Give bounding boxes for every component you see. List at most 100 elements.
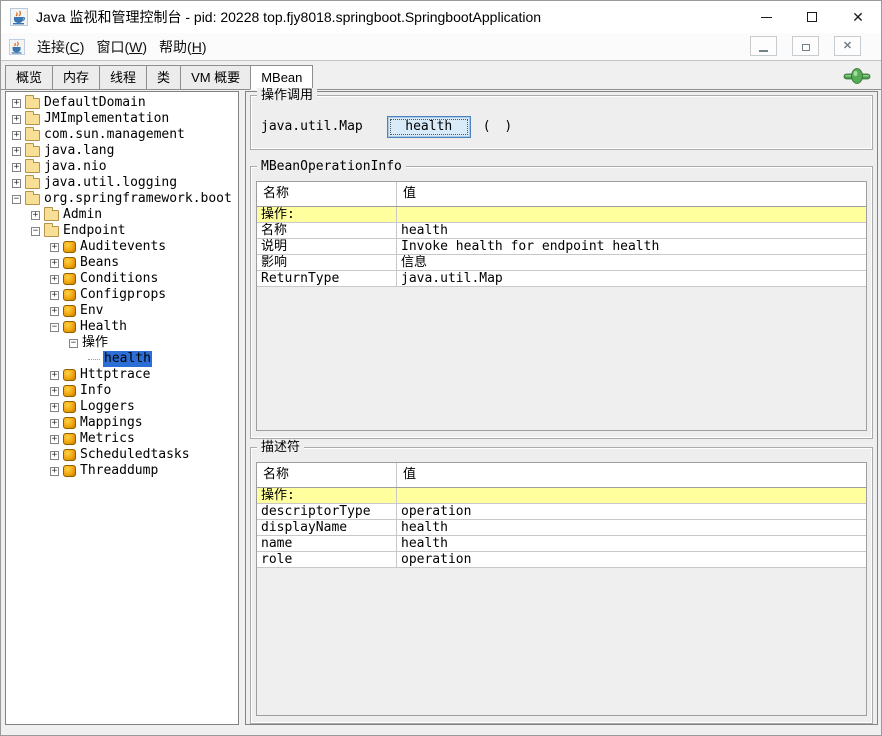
tab-mbean[interactable]: MBean xyxy=(250,65,313,90)
tree-node-label: Admin xyxy=(63,207,102,223)
tree-node-Env[interactable]: +Env xyxy=(6,303,238,319)
expand-icon[interactable]: + xyxy=(12,131,21,140)
table-row-影响[interactable]: 影响信息 xyxy=(257,255,866,271)
window-maximize-button[interactable] xyxy=(789,1,835,33)
tree-node-label: Configprops xyxy=(80,287,166,303)
table-row-名称[interactable]: 名称health xyxy=(257,223,866,239)
expand-icon[interactable]: + xyxy=(50,243,59,252)
expand-icon[interactable]: + xyxy=(50,451,59,460)
table-row-displayName[interactable]: displayNamehealth xyxy=(257,520,866,536)
tree-node-Health[interactable]: − Health xyxy=(6,319,238,335)
cell-value: Invoke health for endpoint health xyxy=(397,239,866,254)
tree-node-DefaultDomain[interactable]: +DefaultDomain xyxy=(6,95,238,111)
collapse-icon[interactable]: − xyxy=(50,323,59,332)
table-row-role[interactable]: roleoperation xyxy=(257,552,866,568)
tree-node-label: Auditevents xyxy=(80,239,166,255)
window-close-button[interactable]: ✕ xyxy=(835,1,881,33)
tree-node-java.util.logging[interactable]: +java.util.logging xyxy=(6,175,238,191)
tree-node-Httptrace[interactable]: +Httptrace xyxy=(6,367,238,383)
operation-info-table: 名称值操作:名称health说明Invoke health for endpoi… xyxy=(256,181,867,431)
tree-node-Metrics[interactable]: + Metrics xyxy=(6,431,238,447)
expand-icon[interactable]: + xyxy=(50,259,59,268)
tree-node-Endpoint[interactable]: −Endpoint xyxy=(6,223,238,239)
tree-node-label: Health xyxy=(80,319,127,335)
expand-icon[interactable]: + xyxy=(50,403,59,412)
column-header-name[interactable]: 名称 xyxy=(257,463,397,487)
cell-value: health xyxy=(397,536,866,551)
mdi-restore-icon xyxy=(802,44,810,51)
expand-icon[interactable]: + xyxy=(12,147,21,156)
tree-node-Scheduledtasks[interactable]: +Scheduledtasks xyxy=(6,447,238,463)
cell-name: 操作: xyxy=(257,488,397,503)
expand-icon[interactable]: + xyxy=(50,467,59,476)
tab-vm-summary[interactable]: VM 概要 xyxy=(180,65,251,90)
table-row-操作[interactable]: 操作: xyxy=(257,488,866,504)
tree-node-JMImplementation[interactable]: +JMImplementation xyxy=(6,111,238,127)
tab-threads[interactable]: 线程 xyxy=(99,65,147,90)
tree-node-com.sun.management[interactable]: +com.sun.management xyxy=(6,127,238,143)
tree-node-Configprops[interactable]: + Configprops xyxy=(6,287,238,303)
collapse-icon[interactable]: − xyxy=(31,227,40,236)
expand-icon[interactable]: + xyxy=(12,99,21,108)
tree-node-操作[interactable]: −操作 xyxy=(6,335,238,351)
expand-icon[interactable]: + xyxy=(50,435,59,444)
operation-invocation-group: 操作调用 java.util.Map health ( ) xyxy=(250,95,873,150)
tab-overview[interactable]: 概览 xyxy=(5,65,53,90)
folder-icon xyxy=(25,130,40,141)
table-row-descriptorType[interactable]: descriptorTypeoperation xyxy=(257,504,866,520)
tree-node-Beans[interactable]: +Beans xyxy=(6,255,238,271)
menu-connection-mnemonic: C xyxy=(70,39,80,55)
expand-icon[interactable]: + xyxy=(12,179,21,188)
collapse-icon[interactable]: − xyxy=(12,195,21,204)
mbean-icon xyxy=(63,289,76,301)
mdi-minimize-button[interactable] xyxy=(750,36,777,56)
tree-node-Loggers[interactable]: +Loggers xyxy=(6,399,238,415)
table-row-ReturnType[interactable]: ReturnTypejava.util.Map xyxy=(257,271,866,287)
column-header-value[interactable]: 值 xyxy=(397,182,866,206)
jconsole-window: Java 监视和管理控制台 - pid: 20228 top.fjy8018.s… xyxy=(0,0,882,736)
table-row-操作[interactable]: 操作: xyxy=(257,207,866,223)
tree-node-label: Mappings xyxy=(80,415,143,431)
table-row-name[interactable]: namehealth xyxy=(257,536,866,552)
tree-node-java.lang[interactable]: +java.lang xyxy=(6,143,238,159)
invoke-health-button[interactable]: health xyxy=(387,116,471,138)
menu-help[interactable]: 帮助(H) xyxy=(159,37,206,57)
tab-classes[interactable]: 类 xyxy=(146,65,181,90)
expand-icon[interactable]: + xyxy=(50,307,59,316)
expand-icon[interactable]: + xyxy=(12,115,21,124)
tree-node-label: org.springframework.boot xyxy=(44,191,232,207)
tree-node-Conditions[interactable]: +Conditions xyxy=(6,271,238,287)
cell-value: 信息 xyxy=(397,255,866,270)
tree-node-label: 操作 xyxy=(82,335,108,351)
column-header-name[interactable]: 名称 xyxy=(257,182,397,206)
tree-node-java.nio[interactable]: +java.nio xyxy=(6,159,238,175)
tree-node-Info[interactable]: +Info xyxy=(6,383,238,399)
tree-node-Auditevents[interactable]: + Auditevents xyxy=(6,239,238,255)
collapse-icon[interactable]: − xyxy=(69,339,78,348)
folder-icon xyxy=(25,114,40,125)
expand-icon[interactable]: + xyxy=(50,275,59,284)
expand-icon[interactable]: + xyxy=(12,163,21,172)
table-row-说明[interactable]: 说明Invoke health for endpoint health xyxy=(257,239,866,255)
mdi-close-button[interactable]: ✕ xyxy=(834,36,861,56)
expand-icon[interactable]: + xyxy=(50,419,59,428)
tab-memory[interactable]: 内存 xyxy=(52,65,100,90)
expand-icon[interactable]: + xyxy=(50,387,59,396)
mdi-close-icon: ✕ xyxy=(843,41,852,52)
column-header-value[interactable]: 值 xyxy=(397,463,866,487)
expand-icon[interactable]: + xyxy=(31,211,40,220)
tree-node-label: Metrics xyxy=(80,431,135,447)
tree-node-health[interactable]: health xyxy=(6,351,238,367)
expand-icon[interactable]: + xyxy=(50,291,59,300)
tree-node-org.springframework.boot[interactable]: − org.springframework.boot xyxy=(6,191,238,207)
menu-connection[interactable]: 连接(C) xyxy=(37,37,84,57)
expand-icon[interactable]: + xyxy=(50,371,59,380)
window-minimize-button[interactable] xyxy=(743,1,789,33)
tree-node-Admin[interactable]: + Admin xyxy=(6,207,238,223)
tree-node-Mappings[interactable]: + Mappings xyxy=(6,415,238,431)
tree-node-Threaddump[interactable]: +Threaddump xyxy=(6,463,238,479)
mbean-icon xyxy=(63,449,76,461)
cell-value: health xyxy=(397,520,866,535)
mdi-restore-button[interactable] xyxy=(792,36,819,56)
menu-window[interactable]: 窗口(W) xyxy=(96,37,147,57)
